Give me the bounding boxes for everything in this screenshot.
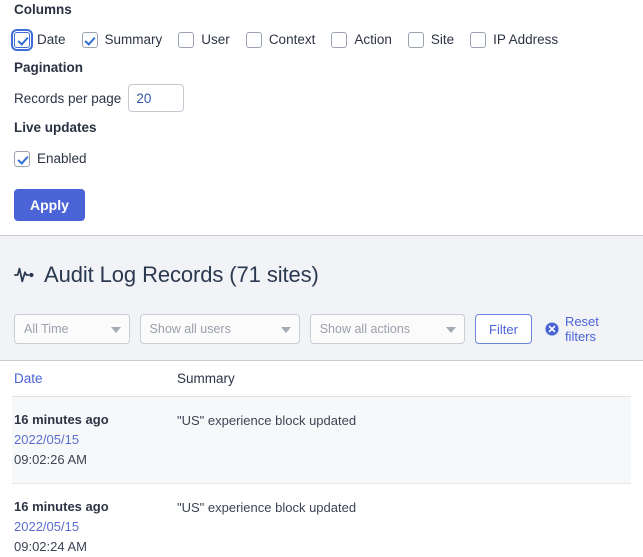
- table-body: 16 minutes ago 2022/05/15 09:02:26 AM "US" …: [12, 397, 631, 557]
- checkbox-column-site[interactable]: Site: [407, 32, 455, 48]
- checkbox-enabled-label: Enabled: [37, 151, 87, 166]
- checkbox-box[interactable]: [245, 32, 262, 48]
- column-header-date[interactable]: Date: [14, 370, 177, 388]
- time-range-select[interactable]: All Time: [14, 314, 130, 344]
- checkbox-box[interactable]: [178, 32, 195, 48]
- absolute-time: 09:02:26 AM: [14, 452, 87, 467]
- actions-select-wrap: Show all actions: [309, 314, 466, 344]
- pagination-section-label: Pagination: [14, 60, 84, 75]
- table-row[interactable]: 16 minutes ago 2022/05/15 09:02:24 AM "US" …: [12, 484, 631, 557]
- apply-button-wrap: Apply: [14, 173, 629, 235]
- cell-date: 16 minutes ago 2022/05/15 09:02:24 AM: [14, 497, 177, 557]
- audit-log-table: Date Summary 16 minutes ago 2022/05/15 09:…: [0, 361, 643, 557]
- checkbox-enabled[interactable]: Enabled: [14, 151, 87, 167]
- columns-checkbox-row: Date Summary User Context Action Site IP Addre…: [11, 25, 629, 55]
- audit-title-row: Audit Log Records (71 sites): [12, 236, 631, 314]
- table-row[interactable]: 16 minutes ago 2022/05/15 09:02:26 AM "US" …: [12, 397, 631, 484]
- users-select[interactable]: Show all users: [139, 314, 300, 344]
- checkbox-label: Site: [430, 32, 455, 47]
- page-title: Audit Log Records (71 sites): [44, 262, 319, 287]
- checkbox-box[interactable]: [470, 32, 487, 48]
- live-updates-section-label: Live updates: [14, 120, 97, 135]
- checkbox-column-summary[interactable]: Summary: [81, 32, 163, 48]
- columns-section-label: Columns: [14, 2, 72, 17]
- cell-date: 16 minutes ago 2022/05/15 09:02:26 AM: [14, 410, 177, 470]
- checkbox-column-ip-address[interactable]: IP Address: [470, 32, 558, 48]
- time-range-select-wrap: All Time: [14, 314, 130, 344]
- apply-button[interactable]: Apply: [14, 189, 85, 221]
- relative-time: 16 minutes ago: [14, 499, 109, 514]
- checkbox-label: IP Address: [493, 32, 559, 47]
- actions-select[interactable]: Show all actions: [309, 314, 466, 344]
- checkbox-column-context[interactable]: Context: [245, 32, 316, 48]
- records-per-page-input[interactable]: [128, 84, 185, 112]
- checkbox-label: Action: [354, 32, 392, 47]
- reset-filters-link[interactable]: Reset filters: [545, 314, 631, 344]
- table-header-row: Date Summary: [12, 361, 631, 397]
- column-header-summary: Summary: [177, 370, 235, 386]
- cell-summary: "US" experience block updated: [177, 413, 357, 428]
- records-per-page-label: Records per page: [14, 90, 122, 106]
- pulse-icon: [14, 267, 34, 283]
- checkbox-box[interactable]: [11, 29, 33, 51]
- pagination-row: Records per page: [14, 81, 629, 115]
- checkbox-label: User: [201, 32, 230, 47]
- absolute-date[interactable]: 2022/05/15: [14, 517, 177, 537]
- checkbox-label: Context: [268, 32, 316, 47]
- audit-log-header-block: Audit Log Records (71 sites) All Time Sh…: [0, 236, 643, 361]
- checkbox-box[interactable]: [407, 32, 424, 48]
- checkbox-column-action[interactable]: Action: [331, 32, 392, 48]
- cell-summary: "US" experience block updated: [177, 500, 357, 515]
- filter-button[interactable]: Filter: [475, 314, 532, 344]
- live-updates-row: Enabled: [14, 145, 629, 173]
- absolute-date[interactable]: 2022/05/15: [14, 430, 177, 450]
- reset-filters-label: Reset filters: [564, 314, 599, 344]
- checkbox-column-user[interactable]: User: [178, 32, 230, 48]
- checkbox-label: Date: [37, 32, 66, 47]
- checkbox-enabled-box[interactable]: [14, 151, 30, 167]
- filter-bar: All Time Show all users Show all actions…: [12, 314, 631, 360]
- columns-settings-panel: Columns Date Summary User Context Action Site…: [0, 0, 643, 235]
- users-select-wrap: Show all users: [139, 314, 300, 344]
- circle-x-icon: [545, 322, 559, 336]
- checkbox-label: Summary: [104, 32, 163, 47]
- relative-time: 16 minutes ago: [14, 412, 109, 427]
- checkbox-box[interactable]: [81, 32, 98, 48]
- absolute-time: 09:02:24 AM: [14, 539, 87, 554]
- checkbox-box[interactable]: [331, 32, 348, 48]
- checkbox-column-date[interactable]: Date: [11, 29, 66, 51]
